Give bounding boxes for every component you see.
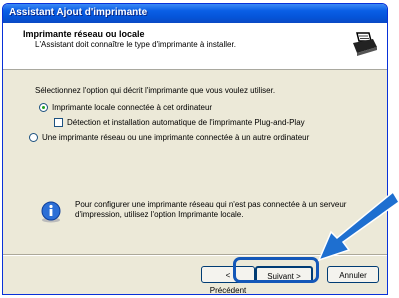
header-subtitle: L'Assistant doit connaître le type d'imp… [35, 40, 236, 49]
printer-icon [350, 30, 378, 58]
radio-network[interactable] [29, 133, 38, 142]
checkbox-pnp[interactable] [54, 118, 63, 127]
option-local-label: Imprimante locale connectée à cet ordina… [52, 103, 213, 112]
option-network-label: Une imprimante réseau ou une imprimante … [42, 133, 310, 142]
info-icon [41, 201, 61, 223]
wizard-header: Imprimante réseau ou locale L'Assistant … [3, 23, 387, 70]
title-bar[interactable]: Assistant Ajout d'imprimante [3, 4, 387, 23]
checkbox-pnp-label: Détection et installation automatique de… [67, 118, 305, 127]
cancel-button[interactable]: Annuler [327, 266, 379, 283]
window-title: Assistant Ajout d'imprimante [9, 7, 148, 18]
pointer-arrow-icon [317, 190, 399, 262]
intro-text: Sélectionnez l'option qui décrit l'impri… [35, 86, 276, 95]
radio-local[interactable] [39, 103, 48, 112]
header-title: Imprimante réseau ou locale [23, 29, 145, 39]
